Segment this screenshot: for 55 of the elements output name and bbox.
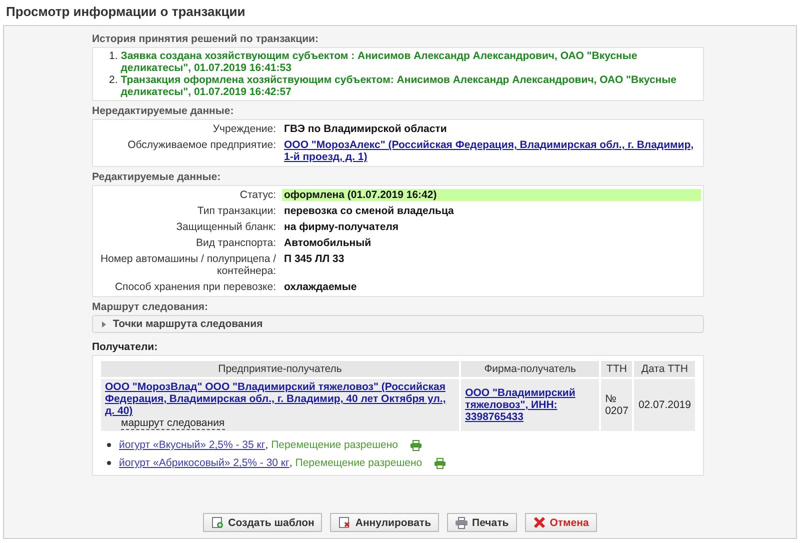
printer-icon [455,516,468,529]
field-label: Защищенный бланк: [175,221,277,233]
field-value: ГВЭ по Владимирской области [283,123,448,135]
firm-link[interactable]: ООО "Владимирский тяжеловоз", ИНН: 3398765433 [465,387,596,423]
product-link[interactable]: йогурт «Абрикосовый» 2,5% - 30 кг [119,457,290,469]
field-label: Номер автомашины / полуприцепа / контейнера: [99,253,277,277]
section-heading: История принятия решений по транзакции: [92,33,320,45]
route-points-toggle[interactable]: Точки маршрута следования [92,315,704,333]
print-button[interactable]: Печать [447,513,517,532]
document-cross-icon [338,516,352,529]
column-header: Дата ТТН [634,361,695,377]
table-cell: 02.07.2019 [634,379,695,431]
column-header: Предприятие-получатель [101,361,460,377]
route-link[interactable]: маршрут следования [121,417,225,430]
bullet-icon [107,443,111,447]
field-label: Обслуживаемое предприятие: [126,139,277,153]
separator: , [289,457,292,469]
field-value: перевозка со сменой владельца [283,205,455,217]
section-heading: Нередактируемые данные: [92,105,235,117]
bullet-icon [107,461,111,465]
entry-number: 2. [108,74,118,88]
table-cell: № 0207 [601,379,632,431]
column-header: Фирма-получатель [461,361,600,377]
section-heading: Маршрут следования: [92,301,210,313]
cancel-button[interactable]: Отмена [524,513,597,532]
product-link[interactable]: йогурт «Вкусный» 2,5% - 35 кг [119,439,266,451]
field-value: охлаждаемые [283,281,358,293]
history-entry: Заявка создана хозяйствующим субъектом : Анисимов Александр Александрович, ОАО "Вкусные деликатесы", 01.07.2019 16:41:53 [120,50,638,74]
field-value: П 345 ЛЛ 33 [283,253,346,267]
enterprise-link[interactable]: ООО "МорозВлад" ООО "Владимирский тяжеловоз" (Российская Федерация, Владимирская обл., г. Владимир, 40 лет Октября ул., д. 40) [105,381,456,417]
entry-number: 1. [108,50,118,64]
section-heading: Редактируемые данные: [92,171,222,183]
enterprise-link[interactable]: ООО "МорозАлекс" (Российская Федерация, Владимирская обл., г. Владимир, 1-й проезд, д. 1) [282,139,703,163]
expand-arrow-icon [101,320,107,328]
annul-button[interactable]: Аннулировать [330,513,440,532]
section-heading: Получатели: [92,341,159,353]
field-label: Вид транспорта: [194,237,277,249]
field-label: Способ хранения при перевозке: [114,281,277,293]
field-value: Автомобильный [283,237,372,249]
printer-icon[interactable] [410,440,422,450]
column-header: ТТН [601,361,632,377]
field-value: на фирму-получателя [283,221,400,233]
product-status: Перемещение разрешено [295,457,422,469]
field-label: Учреждение: [212,123,277,135]
field-value: оформлена (01.07.2019 16:42) [282,189,701,201]
printer-icon[interactable] [434,458,446,468]
field-label: Статус: [238,189,277,201]
create-template-button[interactable]: Создать шаблон [203,513,322,532]
history-entry: Транзакция оформлена хозяйствующим субъектом: Анисимов Александр Александрович, ОАО "Вкусные деликатесы", 01.07.2019 16:42:57 [120,74,678,98]
window-title: Просмотр информации о транзакции [5,3,246,21]
separator: , [265,439,268,451]
document-plus-icon [211,516,224,529]
close-icon [532,516,546,529]
field-label: Тип транзакции: [196,205,277,217]
product-status: Перемещение разрешено [271,439,398,451]
